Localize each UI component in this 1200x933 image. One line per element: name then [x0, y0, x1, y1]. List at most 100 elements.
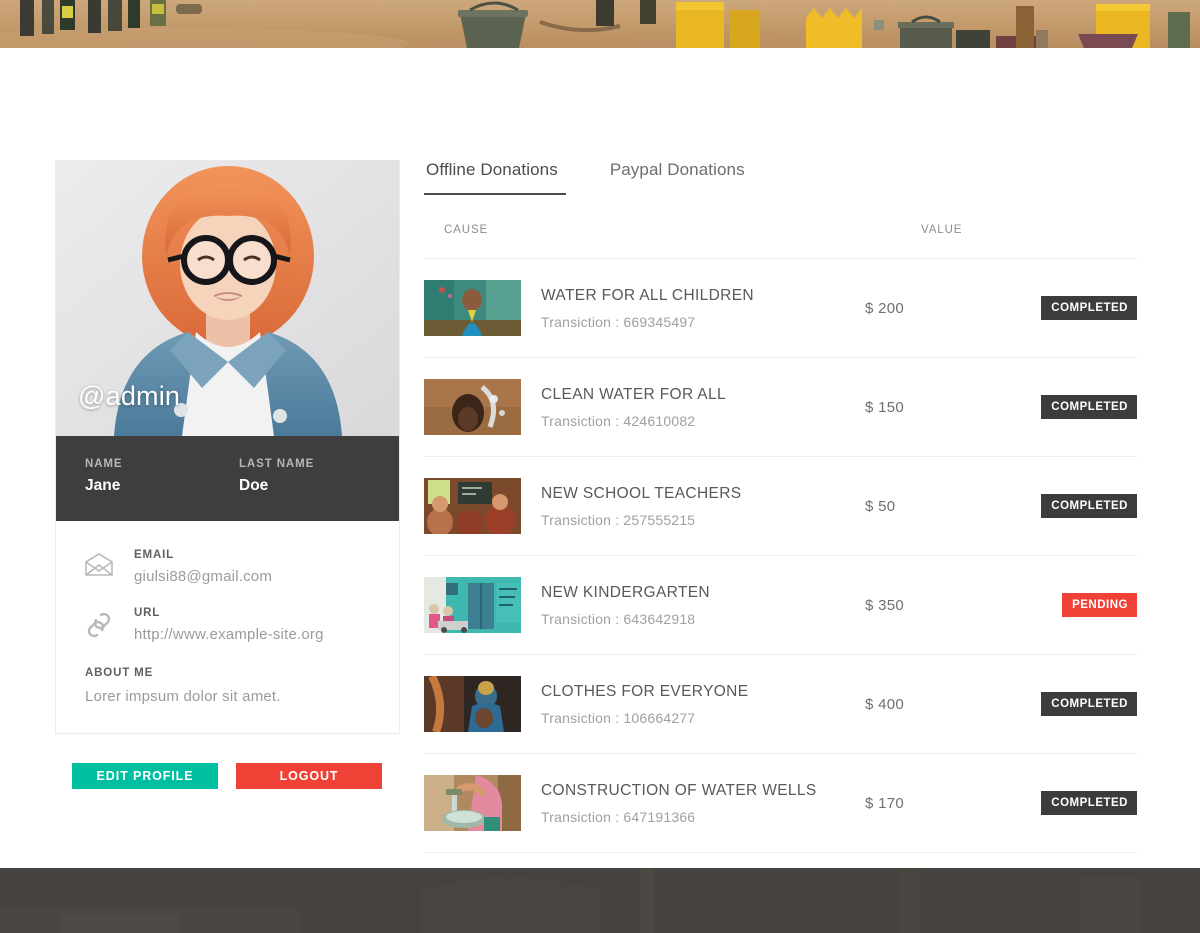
- status-badge: COMPLETED: [1041, 296, 1137, 320]
- cause-title: CONSTRUCTION OF WATER WELLS: [541, 781, 817, 799]
- footer-illustration: [0, 868, 1200, 933]
- profile-email-value: giulsi88@gmail.com: [134, 568, 273, 585]
- logout-button[interactable]: LOGOUT: [236, 763, 382, 789]
- profile-name-label: NAME: [85, 458, 123, 470]
- hero-banner-image: [0, 0, 1200, 48]
- tab-paypal-donations[interactable]: Paypal Donations: [608, 160, 753, 195]
- table-row[interactable]: WATER FOR ALL CHILDREN Transiction : 669…: [424, 258, 1137, 358]
- donation-value: $ 350: [865, 555, 1005, 655]
- donation-cause-cell: NEW KINDERGARTEN Transiction : 643642918: [541, 555, 865, 655]
- cause-title: CLOTHES FOR EVERYONE: [541, 682, 749, 700]
- cause-title: WATER FOR ALL CHILDREN: [541, 286, 754, 304]
- thumb-illustration-5: [424, 676, 521, 732]
- donation-status-cell: COMPLETED: [1005, 258, 1137, 358]
- profile-email-row: EMAIL giulsi88@gmail.com: [56, 549, 399, 607]
- cause-transaction: Transiction : 257555215: [541, 511, 696, 528]
- profile-lastname-value: Doe: [239, 477, 269, 494]
- profile-name-value: Jane: [85, 477, 121, 494]
- envelope-icon: [84, 549, 134, 577]
- profile-about-label: ABOUT ME: [85, 667, 154, 679]
- donation-cause-cell: CONSTRUCTION OF WATER WELLS Transiction …: [541, 753, 865, 853]
- donation-thumbnail-cell: [424, 654, 541, 754]
- profile-email-label: EMAIL: [134, 549, 175, 561]
- thumb-illustration-3: [424, 478, 521, 534]
- profile-about-value: Lorer impsum dolor sit amet.: [85, 688, 281, 705]
- profile-url-value[interactable]: http://www.example-site.org: [134, 626, 324, 643]
- donation-value: $ 150: [865, 357, 1005, 457]
- donation-thumbnail-cell: [424, 753, 541, 853]
- donation-cause-cell: NEW SCHOOL TEACHERS Transiction : 257555…: [541, 456, 865, 556]
- footer-image-strip: [0, 868, 1200, 933]
- donations-panel: Offline Donations Paypal Donations CAUSE…: [424, 160, 1137, 853]
- status-badge: COMPLETED: [1041, 692, 1137, 716]
- cause-thumbnail-image: [424, 775, 521, 831]
- cause-thumbnail-image: [424, 379, 521, 435]
- cause-thumbnail-image: [424, 577, 521, 633]
- table-row[interactable]: CLOTHES FOR EVERYONE Transiction : 10666…: [424, 654, 1137, 754]
- donation-status-cell: COMPLETED: [1005, 753, 1137, 853]
- donation-value: $ 400: [865, 654, 1005, 754]
- donation-cause-cell: CLOTHES FOR EVERYONE Transiction : 10666…: [541, 654, 865, 754]
- banner-illustration: [0, 0, 1200, 48]
- profile-name-bar: NAME Jane LAST NAME Doe: [56, 436, 399, 521]
- cause-title: CLEAN WATER FOR ALL: [541, 385, 726, 403]
- donation-value: $ 50: [865, 456, 1005, 556]
- profile-card: @admin NAME Jane LAST NAME Doe EMAIL giu…: [55, 160, 400, 734]
- cause-thumbnail-image: [424, 478, 521, 534]
- cause-transaction: Transiction : 643642918: [541, 610, 696, 627]
- donations-tabs: Offline Donations Paypal Donations: [424, 160, 1137, 195]
- donation-cause-cell: CLEAN WATER FOR ALL Transiction : 424610…: [541, 357, 865, 457]
- profile-handle: @admin: [78, 381, 181, 411]
- profile-photo: @admin: [56, 160, 399, 436]
- donation-thumbnail-cell: [424, 258, 541, 358]
- profile-lastname-group: LAST NAME Doe: [210, 458, 314, 495]
- cause-transaction: Transiction : 106664277: [541, 709, 696, 726]
- cause-title: NEW KINDERGARTEN: [541, 583, 710, 601]
- donation-status-cell: PENDING: [1005, 555, 1137, 655]
- donation-thumbnail-cell: [424, 357, 541, 457]
- table-row[interactable]: CONSTRUCTION OF WATER WELLS Transiction …: [424, 753, 1137, 853]
- status-badge: COMPLETED: [1041, 395, 1137, 419]
- donation-cause-cell: WATER FOR ALL CHILDREN Transiction : 669…: [541, 258, 865, 358]
- table-row[interactable]: NEW KINDERGARTEN Transiction : 643642918…: [424, 555, 1137, 655]
- thumb-illustration-2: [424, 379, 521, 435]
- donations-table-head: CAUSE VALUE: [424, 224, 1137, 259]
- status-badge: COMPLETED: [1041, 494, 1137, 518]
- donation-thumbnail-cell: [424, 555, 541, 655]
- cause-transaction: Transiction : 669345497: [541, 313, 696, 330]
- donation-thumbnail-cell: [424, 456, 541, 556]
- profile-info-block: EMAIL giulsi88@gmail.com URL http://www.…: [56, 521, 399, 733]
- donations-table: CAUSE VALUE WATER FOR ALL CHILDREN Trans…: [424, 224, 1137, 853]
- column-header-value: VALUE: [865, 224, 1005, 259]
- table-row[interactable]: NEW SCHOOL TEACHERS Transiction : 257555…: [424, 456, 1137, 556]
- donation-status-cell: COMPLETED: [1005, 357, 1137, 457]
- donation-status-cell: COMPLETED: [1005, 654, 1137, 754]
- profile-lastname-label: LAST NAME: [239, 458, 315, 470]
- status-badge: PENDING: [1062, 593, 1137, 617]
- edit-profile-button[interactable]: EDIT PROFILE: [72, 763, 218, 789]
- profile-url-label: URL: [134, 607, 161, 619]
- cause-thumbnail-image: [424, 280, 521, 336]
- cause-transaction: Transiction : 424610082: [541, 412, 696, 429]
- column-header-cause: CAUSE: [424, 224, 865, 259]
- status-badge: COMPLETED: [1041, 791, 1137, 815]
- donations-table-body: WATER FOR ALL CHILDREN Transiction : 669…: [424, 258, 1137, 853]
- cause-title: NEW SCHOOL TEACHERS: [541, 484, 742, 502]
- profile-donations-page: @admin NAME Jane LAST NAME Doe EMAIL giu…: [0, 0, 1200, 933]
- profile-firstname-group: NAME Jane: [56, 458, 210, 495]
- table-row[interactable]: CLEAN WATER FOR ALL Transiction : 424610…: [424, 357, 1137, 457]
- link-icon: [84, 607, 134, 639]
- cause-thumbnail-image: [424, 676, 521, 732]
- profile-url-text: URL http://www.example-site.org: [134, 607, 324, 643]
- table-header-row: CAUSE VALUE: [424, 224, 1137, 259]
- profile-about-row: ABOUT ME Lorer impsum dolor sit amet.: [56, 665, 399, 711]
- thumb-illustration-6: [424, 775, 521, 831]
- thumb-illustration-4: [424, 577, 521, 633]
- profile-email-text: EMAIL giulsi88@gmail.com: [134, 549, 272, 585]
- tab-offline-donations[interactable]: Offline Donations: [424, 160, 566, 195]
- cause-transaction: Transiction : 647191366: [541, 808, 696, 825]
- donation-value: $ 170: [865, 753, 1005, 853]
- donation-status-cell: COMPLETED: [1005, 456, 1137, 556]
- thumb-illustration-1: [424, 280, 521, 336]
- column-header-status: [1005, 224, 1137, 259]
